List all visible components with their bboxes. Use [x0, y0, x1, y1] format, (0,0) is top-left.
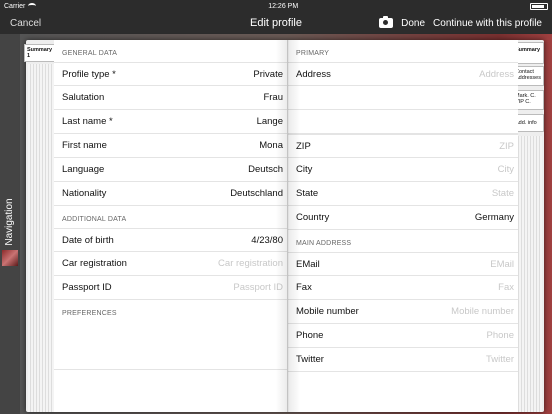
- general-data-row[interactable]: Profile type * Private: [54, 62, 287, 86]
- general-data-row[interactable]: Last name * Lange: [54, 110, 287, 134]
- primary-address-row[interactable]: Country Germany: [288, 206, 518, 230]
- general-data-list: Profile type * Private Salutation Frau Last …: [54, 62, 287, 206]
- general-data-row[interactable]: Salutation Frau: [54, 86, 287, 110]
- tab-summary-1[interactable]: Summary 1: [24, 44, 56, 62]
- additional-data-label: Passport ID: [62, 282, 112, 293]
- navigation-bar: Cancel Edit profile Done Continue with t…: [0, 12, 552, 34]
- main-address-value[interactable]: Twitter: [486, 354, 514, 365]
- done-button[interactable]: Done: [401, 18, 425, 29]
- primary-address-label: City: [296, 164, 313, 175]
- nav-actions: Done Continue with this profile: [379, 16, 542, 29]
- primary-address-value[interactable]: City: [498, 164, 514, 175]
- preferences-header: PREFERENCES: [54, 300, 287, 322]
- status-right: [529, 2, 548, 10]
- status-left: Carrier: [4, 2, 37, 10]
- general-data-row[interactable]: Language Deutsch: [54, 158, 287, 182]
- main-address-label: Phone: [296, 330, 324, 341]
- primary-address-row[interactable]: City City: [288, 158, 518, 182]
- address-label: Address: [296, 68, 331, 80]
- address-line-2[interactable]: [288, 86, 518, 110]
- general-data-value[interactable]: Private: [253, 69, 283, 80]
- general-data-row[interactable]: First name Mona: [54, 134, 287, 158]
- address-field[interactable]: Address: [479, 69, 514, 80]
- main-address-value[interactable]: Mobile number: [451, 306, 514, 317]
- additional-data-label: Car registration: [62, 258, 127, 269]
- wifi-icon: [28, 3, 37, 9]
- main-address-header: MAIN ADDRESS: [288, 230, 518, 252]
- main-address-label: Mobile number: [296, 306, 359, 317]
- additional-data-value[interactable]: Car registration: [218, 258, 283, 269]
- main-address-label: Twitter: [296, 354, 324, 365]
- primary-address-value[interactable]: ZIP: [499, 141, 514, 152]
- additional-data-list: Date of birth 4/23/80 Car registration Car …: [54, 228, 287, 300]
- cancel-button[interactable]: Cancel: [10, 18, 41, 29]
- navigation-sidebar[interactable]: Navigation: [0, 34, 20, 414]
- profile-book: Summary 1 Summary 2 Contact Addresses Ma…: [24, 40, 544, 412]
- navigation-label[interactable]: Navigation: [0, 184, 20, 260]
- additional-data-header: ADDITIONAL DATA: [54, 206, 287, 228]
- primary-address-row[interactable]: State State: [288, 182, 518, 206]
- main-address-value[interactable]: Fax: [498, 282, 514, 293]
- battery-icon: [529, 2, 548, 10]
- main-address-value[interactable]: EMail: [490, 259, 514, 270]
- general-data-value[interactable]: Lange: [257, 116, 283, 127]
- primary-address-value[interactable]: State: [492, 188, 514, 199]
- carrier-label: Carrier: [4, 2, 26, 10]
- main-address-row[interactable]: EMail EMail: [288, 252, 518, 276]
- additional-data-value[interactable]: 4/23/80: [251, 235, 283, 246]
- general-data-label: Profile type *: [62, 68, 116, 80]
- general-data-value[interactable]: Frau: [263, 92, 283, 103]
- right-page: PRIMARY Address Address ZIP ZIP City City St…: [288, 40, 518, 412]
- primary-list: ZIP ZIP City City State State Country Germany: [288, 134, 518, 230]
- address-row[interactable]: Address Address: [288, 62, 518, 86]
- general-data-value[interactable]: Deutsch: [248, 164, 283, 175]
- status-bar: Carrier 12:26 PM: [0, 0, 552, 12]
- additional-data-value[interactable]: Passport ID: [233, 282, 283, 293]
- page-edges-right: [518, 136, 542, 412]
- status-time: 12:26 PM: [268, 2, 299, 10]
- page-edges-left: [28, 64, 54, 412]
- left-page: GENERAL DATA Profile type * Private Saluta…: [54, 40, 288, 412]
- address-line-3[interactable]: [288, 110, 518, 134]
- general-data-label: First name: [62, 140, 107, 151]
- primary-address-label: State: [296, 188, 319, 199]
- main-address-row[interactable]: Twitter Twitter: [288, 348, 518, 372]
- primary-address-row[interactable]: ZIP ZIP: [288, 134, 518, 158]
- camera-icon[interactable]: [379, 16, 394, 28]
- main-address-row[interactable]: Phone Phone: [288, 324, 518, 348]
- general-data-label: Last name *: [62, 116, 113, 127]
- primary-address-value[interactable]: Germany: [475, 212, 514, 223]
- primary-header: PRIMARY: [288, 40, 518, 62]
- general-data-row[interactable]: Nationality Deutschland: [54, 182, 287, 206]
- main-address-value[interactable]: Phone: [487, 330, 514, 341]
- general-data-label: Salutation: [62, 92, 105, 103]
- main-address-list: EMail EMail Fax Fax Mobile number Mobile numb…: [288, 252, 518, 372]
- general-data-label: Language: [62, 164, 105, 175]
- preferences-area[interactable]: [54, 322, 287, 370]
- primary-address-label: Country: [296, 212, 330, 223]
- additional-data-row[interactable]: Date of birth 4/23/80: [54, 228, 287, 252]
- main-address-label: EMail: [296, 258, 320, 270]
- additional-data-row[interactable]: Passport ID Passport ID: [54, 276, 287, 300]
- main-address-label: Fax: [296, 282, 312, 293]
- general-data-value[interactable]: Mona: [259, 140, 283, 151]
- profile-thumbnail[interactable]: [2, 250, 18, 266]
- main-address-row[interactable]: Mobile number Mobile number: [288, 300, 518, 324]
- general-data-value[interactable]: Deutschland: [230, 188, 283, 199]
- continue-button[interactable]: Continue with this profile: [433, 18, 542, 29]
- general-data-label: Nationality: [62, 188, 107, 199]
- general-data-header: GENERAL DATA: [54, 40, 287, 62]
- primary-address-label: ZIP: [296, 140, 311, 152]
- additional-data-label: Date of birth: [62, 234, 114, 246]
- main-address-row[interactable]: Fax Fax: [288, 276, 518, 300]
- additional-data-row[interactable]: Car registration Car registration: [54, 252, 287, 276]
